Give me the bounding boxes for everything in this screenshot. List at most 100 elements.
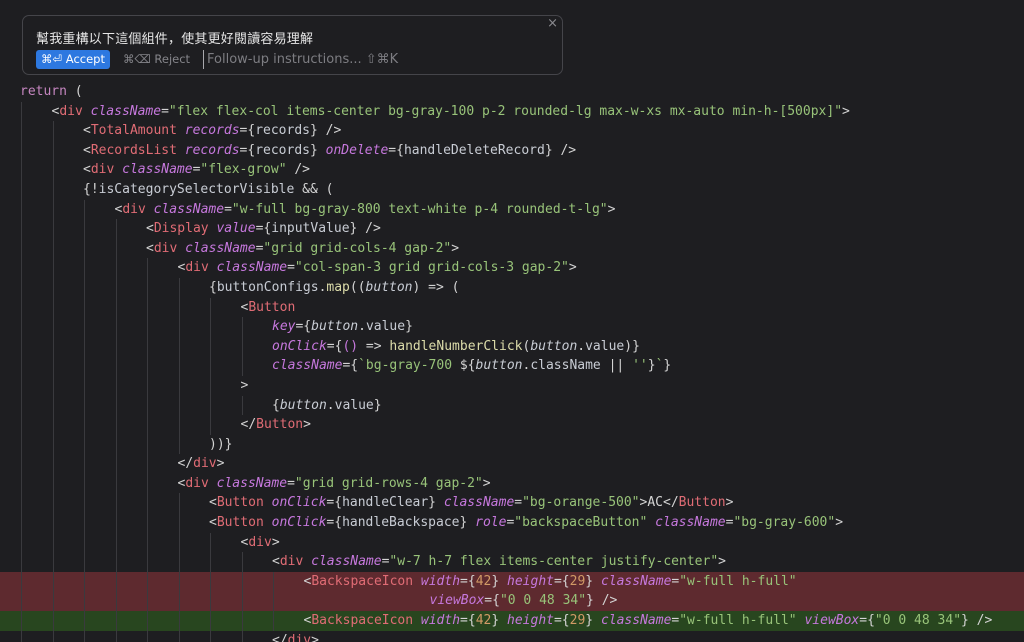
code-token: ={ xyxy=(859,613,875,629)
code-token: buttonConfigs xyxy=(216,279,319,295)
code-line[interactable]: {!isCategorySelectorVisible && ( xyxy=(0,179,1024,200)
code-token: height xyxy=(507,613,554,629)
indent-guide xyxy=(147,434,148,455)
indent-guide xyxy=(210,297,211,318)
code-token: < xyxy=(83,123,91,139)
indent-guide xyxy=(84,277,85,298)
code-line[interactable]: {button.value} xyxy=(0,395,1024,416)
close-icon[interactable]: × xyxy=(547,16,558,31)
indent-guide xyxy=(115,513,117,533)
code-token: } xyxy=(428,495,444,511)
indent-guide xyxy=(115,336,117,357)
code-line[interactable]: > xyxy=(0,375,1024,396)
code-line[interactable]: <div className="grid grid-cols-4 gap-2"> xyxy=(0,238,1024,259)
code-token: div xyxy=(279,554,304,570)
code-line[interactable]: <Button onClick={handleClear} className=… xyxy=(0,493,1024,514)
indent-guide xyxy=(147,552,148,572)
code-token: records xyxy=(184,142,240,158)
code-line[interactable]: </div> xyxy=(0,454,1024,474)
code-token: return xyxy=(20,84,67,99)
followup-input[interactable]: Follow-up instructions... ⇧⌘K xyxy=(203,50,543,69)
code-line[interactable]: return ( xyxy=(0,82,1024,102)
indent-guide xyxy=(21,375,22,396)
code-token: value xyxy=(585,338,625,354)
code-token: className xyxy=(122,162,193,178)
code-line[interactable]: <div className="col-span-3 grid grid-col… xyxy=(0,258,1024,278)
indent-guide xyxy=(178,375,180,396)
code-token: { xyxy=(272,397,280,413)
code-token: button xyxy=(475,358,523,374)
reject-button[interactable]: ⌘⌫ Reject xyxy=(119,50,194,69)
code-line[interactable]: </Button> xyxy=(0,415,1024,435)
code-line[interactable]: onClick={() => handleNumberClick(button.… xyxy=(0,336,1024,357)
code-line[interactable]: <RecordsList records={records} onDelete=… xyxy=(0,140,1024,161)
code-token: key xyxy=(272,319,296,335)
code-line[interactable]: ))} xyxy=(0,434,1024,455)
code-token: "w-full h-full" xyxy=(679,613,797,629)
code-token: "flex flex-col items-center bg-gray-100 … xyxy=(168,103,843,119)
code-editor[interactable]: return (<div className="flex flex-col it… xyxy=(0,82,1024,642)
code-token: value xyxy=(334,397,374,413)
code-line[interactable]: <div className="w-full bg-gray-800 text-… xyxy=(0,199,1024,220)
code-line-deleted[interactable]: viewBox={"0 0 48 34"} /> xyxy=(0,591,1024,612)
code-token: ={ xyxy=(388,142,404,158)
code-line[interactable]: <div className="grid grid-rows-4 gap-2"> xyxy=(0,473,1024,494)
code-line-content: key={button.value} xyxy=(272,319,413,334)
indent-guide xyxy=(210,532,211,553)
code-token: button xyxy=(311,319,359,335)
code-token: button xyxy=(365,279,413,295)
code-token: > xyxy=(303,417,311,433)
indent-guide xyxy=(115,630,117,642)
code-token: records xyxy=(255,142,310,158)
code-line[interactable]: </div> xyxy=(0,630,1024,642)
code-line[interactable]: <div className="flex flex-col items-cent… xyxy=(0,101,1024,122)
code-token: div xyxy=(185,475,209,491)
code-line[interactable]: <Display value={inputValue} /> xyxy=(0,219,1024,239)
indent-guide xyxy=(21,513,22,533)
indent-guide xyxy=(21,297,22,318)
code-token: "w-7 h-7 flex items-center justify-cente… xyxy=(389,554,719,570)
code-line[interactable]: {buttonConfigs.map((button) => ( xyxy=(0,277,1024,298)
code-token: handleBackspace xyxy=(342,515,460,531)
code-line-content: {!isCategorySelectorVisible && ( xyxy=(83,182,333,197)
indent-guide xyxy=(115,238,117,259)
code-token: > xyxy=(311,632,319,642)
code-line-content: onClick={() => handleNumberClick(button.… xyxy=(272,339,640,354)
code-line[interactable]: <div className="w-7 h-7 flex items-cente… xyxy=(0,552,1024,572)
code-token: } xyxy=(647,358,656,374)
code-line[interactable]: <div> xyxy=(0,532,1024,553)
prompt-text: 幫我重構以下這個組件，使其更好閱讀容易理解 xyxy=(36,32,314,47)
code-line[interactable]: <Button xyxy=(0,297,1024,318)
indent-guide xyxy=(178,552,180,572)
indent-guide xyxy=(21,434,22,455)
code-token: isCategorySelectorVisible xyxy=(98,181,295,197)
indent-guide xyxy=(52,630,54,642)
indent-guide xyxy=(52,375,54,396)
indent-guide xyxy=(84,434,85,455)
indent-guide xyxy=(147,415,148,435)
code-token: } xyxy=(491,573,508,589)
code-token: </ xyxy=(240,417,257,433)
accept-button[interactable]: ⌘⏎ Accept xyxy=(36,50,110,69)
code-line-added[interactable]: <BackspaceIcon width={42} height={29} cl… xyxy=(0,611,1024,631)
code-line-content: ))} xyxy=(209,437,232,452)
code-line[interactable]: <Button onClick={handleBackspace} role="… xyxy=(0,513,1024,533)
code-token: className xyxy=(90,103,162,119)
indent-guide xyxy=(178,395,180,416)
code-line[interactable]: className={`bg-gray-700 ${button.classNa… xyxy=(0,356,1024,376)
code-token: > xyxy=(271,534,280,550)
code-token: "bg-gray-600" xyxy=(733,515,836,531)
code-line[interactable]: key={button.value} xyxy=(0,317,1024,337)
code-line[interactable]: <div className="flex-grow" /> xyxy=(0,160,1024,180)
code-token: button xyxy=(530,338,578,354)
indent-guide xyxy=(210,591,211,612)
code-line-deleted[interactable]: <BackspaceIcon width={42} height={29} cl… xyxy=(0,571,1024,592)
code-line[interactable]: <TotalAmount records={records} /> xyxy=(0,121,1024,141)
indent-guide xyxy=(21,317,22,337)
indent-guide xyxy=(84,297,85,318)
code-token: )} xyxy=(624,338,640,354)
